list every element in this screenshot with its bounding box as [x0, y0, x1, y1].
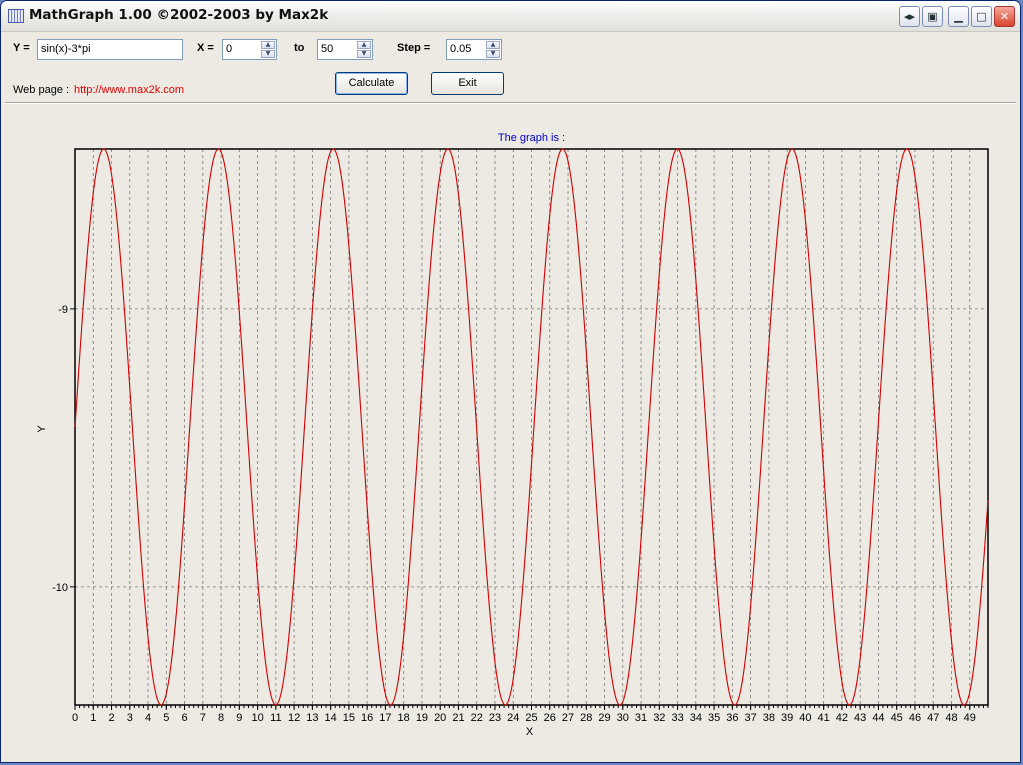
x-tick-label: 14 [325, 712, 337, 724]
x-tick-label: 1 [90, 712, 96, 724]
x-tick-label: 26 [544, 712, 556, 724]
x-tick-label: 35 [708, 712, 720, 724]
x-tick-label: 48 [945, 712, 957, 724]
y-axis-label: Y [36, 425, 48, 433]
x-tick-label: 23 [489, 712, 501, 724]
x-tick-label: 9 [236, 712, 242, 724]
x-tick-label: 49 [964, 712, 976, 724]
x-tick-label: 37 [744, 712, 756, 724]
x-tick-label: 17 [379, 712, 391, 724]
x-tick-label: 36 [726, 712, 738, 724]
x-tick-label: 30 [617, 712, 629, 724]
x-tick-label: 47 [927, 712, 939, 724]
x-tick-label: 25 [525, 712, 537, 724]
x-tick-label: 31 [635, 712, 647, 724]
x-tick-label: 19 [416, 712, 428, 724]
x-tick-label: 41 [818, 712, 830, 724]
x-tick-label: 12 [288, 712, 300, 724]
x-tick-label: 38 [763, 712, 775, 724]
x-tick-label: 32 [653, 712, 665, 724]
x-tick-label: 39 [781, 712, 793, 724]
x-tick-label: 28 [580, 712, 592, 724]
x-axis-label: X [526, 726, 534, 738]
x-tick-label: 15 [343, 712, 355, 724]
x-tick-label: 22 [471, 712, 483, 724]
x-tick-label: 42 [836, 712, 848, 724]
graph-chart: The graph is :0 1 2 3 4 5 6 7 8 9 10 11 12 13 14 15 16 17… [36, 132, 989, 738]
x-tick-label: 34 [690, 712, 702, 724]
y-tick-label: -9 [58, 304, 68, 316]
x-tick-label: 45 [891, 712, 903, 724]
x-tick-label: 6 [181, 712, 187, 724]
x-tick-label: 18 [398, 712, 410, 724]
x-tick-label: 13 [306, 712, 318, 724]
graph-caption: The graph is : [498, 132, 565, 144]
x-tick-label: 3 [127, 712, 133, 724]
x-tick-label: 11 [270, 712, 281, 724]
x-tick-label: 44 [872, 712, 884, 724]
x-tick-label: 27 [562, 712, 574, 724]
x-tick-label: 4 [145, 712, 151, 724]
x-tick-label: 5 [163, 712, 169, 724]
x-tick-label: 10 [251, 712, 263, 724]
x-tick-label: 16 [361, 712, 373, 724]
x-tick-label: 46 [909, 712, 921, 724]
x-tick-label: 0 [72, 712, 78, 724]
x-tick-label: 40 [799, 712, 811, 724]
x-tick-label: 43 [854, 712, 866, 724]
x-tick-label: 7 [200, 712, 206, 724]
y-tick-label: -10 [52, 582, 68, 594]
x-tick-label: 33 [671, 712, 683, 724]
x-tick-label: 29 [598, 712, 610, 724]
x-tick-label: 20 [434, 712, 446, 724]
x-tick-label: 21 [452, 712, 464, 724]
app-window: MathGraph 1.00 ©2002-2003 by Max2k ◂▸ ▣ … [0, 0, 1021, 763]
x-tick-label: 24 [507, 712, 519, 724]
x-tick-label: 8 [218, 712, 224, 724]
x-tick-label: 2 [108, 712, 114, 724]
